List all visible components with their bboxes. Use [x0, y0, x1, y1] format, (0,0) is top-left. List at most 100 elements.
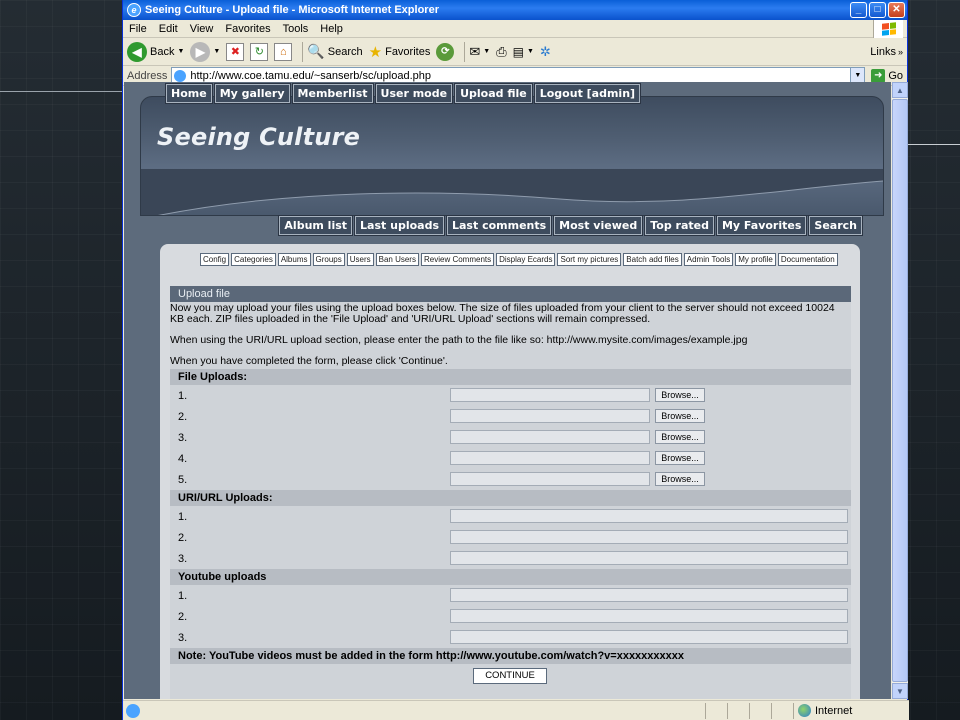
- chevron-down-icon[interactable]: ▼: [527, 48, 534, 55]
- menu-bar: File Edit View Favorites Tools Help: [123, 20, 907, 38]
- browse-button[interactable]: Browse...: [655, 451, 705, 465]
- print-button[interactable]: ⎙: [496, 44, 506, 60]
- admin-my-profile[interactable]: My profile: [735, 253, 776, 266]
- menu-edit[interactable]: Edit: [159, 23, 178, 35]
- file-upload-row: 3. Browse...: [170, 427, 851, 448]
- forward-arrow-icon: ▶: [190, 41, 211, 62]
- nav-logout[interactable]: Logout [admin]: [534, 84, 641, 103]
- messenger-icon: ✲: [539, 43, 551, 59]
- favorites-button[interactable]: ★ Favorites: [369, 43, 431, 61]
- admin-batch-add[interactable]: Batch add files: [623, 253, 682, 266]
- admin-albums[interactable]: Albums: [277, 253, 311, 266]
- row-number: 1.: [178, 589, 188, 602]
- history-button[interactable]: ⟳: [436, 42, 455, 61]
- chevron-down-icon[interactable]: ▼: [213, 48, 220, 55]
- links-toolbar[interactable]: Links »: [870, 38, 903, 66]
- url-upload-input[interactable]: [450, 509, 848, 523]
- intro-text: When using the URI/URL upload section, p…: [170, 334, 748, 346]
- youtube-url-input[interactable]: [450, 588, 848, 602]
- row-number: 2.: [178, 410, 188, 423]
- globe-icon: [798, 704, 811, 717]
- back-button[interactable]: ◀ Back ▼: [127, 41, 184, 62]
- search-button[interactable]: 🔍 Search: [307, 43, 362, 60]
- scroll-thumb[interactable]: [892, 99, 908, 682]
- content-panel: Config Categories Albums Groups Users Ba…: [160, 244, 860, 699]
- row-number: 4.: [178, 452, 188, 465]
- nav-top-rated[interactable]: Top rated: [645, 216, 714, 235]
- file-input[interactable]: [450, 451, 650, 465]
- url-upload-row: 1.: [170, 506, 851, 527]
- go-button[interactable]: ➜ Go: [871, 68, 903, 83]
- menu-tools[interactable]: Tools: [283, 23, 309, 35]
- admin-groups[interactable]: Groups: [312, 253, 345, 266]
- chevron-down-icon[interactable]: ▼: [177, 48, 184, 55]
- file-upload-row: 4. Browse...: [170, 448, 851, 469]
- nav-last-comments[interactable]: Last comments: [447, 216, 552, 235]
- nav-my-gallery[interactable]: My gallery: [214, 84, 290, 103]
- page-status-icon: [126, 703, 140, 718]
- site-title: Seeing Culture: [157, 123, 361, 151]
- admin-documentation[interactable]: Documentation: [777, 253, 838, 266]
- admin-users[interactable]: Users: [346, 253, 374, 266]
- refresh-button[interactable]: ↻: [250, 42, 269, 61]
- gallery-nav: Album list Last uploads Last comments Mo…: [279, 216, 862, 235]
- admin-display-ecards[interactable]: Display Ecards: [496, 253, 556, 266]
- admin-sort-pictures[interactable]: Sort my pictures: [557, 253, 622, 266]
- forward-button[interactable]: ▶ ▼: [190, 41, 220, 62]
- youtube-upload-row: 2.: [170, 606, 851, 627]
- menu-view[interactable]: View: [190, 23, 214, 35]
- browse-button[interactable]: Browse...: [655, 472, 705, 486]
- file-input[interactable]: [450, 472, 650, 486]
- nav-user-mode[interactable]: User mode: [375, 84, 453, 103]
- nav-most-viewed[interactable]: Most viewed: [554, 216, 643, 235]
- form-intro: Now you may upload your files using the …: [170, 302, 851, 369]
- chevron-down-icon[interactable]: ▼: [483, 48, 490, 55]
- youtube-url-input[interactable]: [450, 630, 848, 644]
- edit-button[interactable]: ▤ ▼: [513, 45, 534, 59]
- menu-file[interactable]: File: [129, 23, 147, 35]
- browse-button[interactable]: Browse...: [655, 388, 705, 402]
- file-input[interactable]: [450, 409, 650, 423]
- messenger-button[interactable]: ✲: [540, 44, 551, 60]
- continue-button[interactable]: CONTINUE: [473, 668, 547, 684]
- admin-review-comments[interactable]: Review Comments: [420, 253, 495, 266]
- security-zone: Internet: [793, 702, 909, 719]
- mail-icon: ✉: [469, 43, 481, 59]
- nav-home[interactable]: Home: [166, 84, 212, 103]
- home-button[interactable]: ⌂: [274, 42, 293, 61]
- youtube-upload-row: 1.: [170, 585, 851, 606]
- admin-config[interactable]: Config: [200, 253, 230, 266]
- menu-favorites[interactable]: Favorites: [225, 23, 270, 35]
- go-label: Go: [888, 69, 903, 82]
- stop-button[interactable]: ✖: [226, 42, 245, 61]
- maximize-button[interactable]: □: [869, 2, 886, 18]
- scroll-up-icon[interactable]: ▲: [892, 82, 908, 98]
- nav-search[interactable]: Search: [809, 216, 862, 235]
- admin-tools[interactable]: Admin Tools: [683, 253, 734, 266]
- minimize-button[interactable]: _: [850, 2, 867, 18]
- browse-button[interactable]: Browse...: [655, 430, 705, 444]
- close-button[interactable]: ✕: [888, 2, 905, 18]
- menu-help[interactable]: Help: [320, 23, 343, 35]
- file-upload-row: 1. Browse...: [170, 385, 851, 406]
- chevron-down-icon[interactable]: ▼: [850, 68, 865, 83]
- url-upload-input[interactable]: [450, 551, 848, 565]
- url-upload-input[interactable]: [450, 530, 848, 544]
- ie-icon: e: [127, 3, 141, 17]
- file-input[interactable]: [450, 430, 650, 444]
- scroll-down-icon[interactable]: ▼: [892, 683, 908, 699]
- nav-my-favorites[interactable]: My Favorites: [716, 216, 807, 235]
- browse-button[interactable]: Browse...: [655, 409, 705, 423]
- nav-last-uploads[interactable]: Last uploads: [355, 216, 444, 235]
- file-input[interactable]: [450, 388, 650, 402]
- row-number: 2.: [178, 610, 188, 623]
- mail-button[interactable]: ✉ ▼: [469, 44, 490, 60]
- nav-album-list[interactable]: Album list: [279, 216, 353, 235]
- admin-categories[interactable]: Categories: [231, 253, 276, 266]
- youtube-url-input[interactable]: [450, 609, 848, 623]
- vertical-scrollbar[interactable]: ▲ ▼: [892, 82, 908, 699]
- intro-text: Now you may upload your files using the …: [170, 302, 835, 325]
- admin-ban-users[interactable]: Ban Users: [375, 253, 419, 266]
- nav-memberlist[interactable]: Memberlist: [292, 84, 373, 103]
- nav-upload-file[interactable]: Upload file: [455, 84, 532, 103]
